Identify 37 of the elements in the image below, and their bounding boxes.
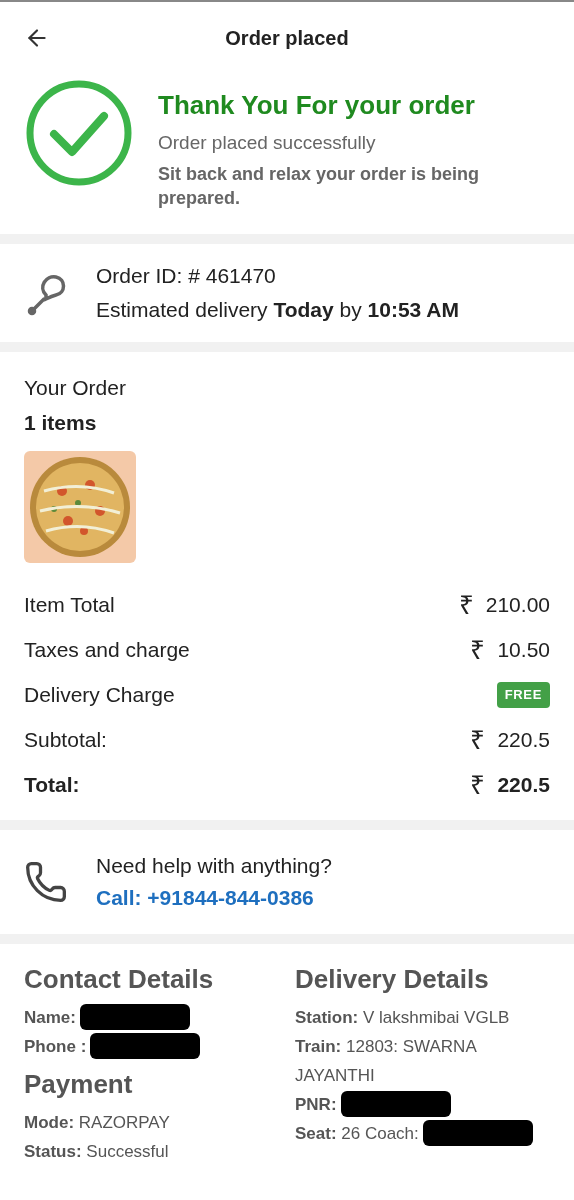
- call-link[interactable]: Call: +91844-844-0386: [96, 885, 314, 909]
- detail-text: Station: V lakshmibai VGLB: [295, 1006, 510, 1029]
- item-count: 1 items: [24, 410, 98, 436]
- detail-text: Seat: 26 Coach:: [295, 1122, 419, 1145]
- phone-icon: [24, 859, 68, 904]
- order-id: Order ID: # 461470: [96, 262, 277, 289]
- detail-text: Name:: [24, 1006, 76, 1029]
- success-title: Thank You For your order: [158, 89, 476, 122]
- rupee-symbol: ₹: [458, 588, 474, 622]
- detail-text: Mode: RAZORPAY: [24, 1111, 170, 1134]
- section-title: Payment: [24, 1067, 134, 1101]
- detail-text: Train: 12803: SWARNA JAYANTHI: [295, 1035, 478, 1087]
- detail-text: Phone :: [24, 1035, 87, 1058]
- bill-label: Delivery Charge: [24, 682, 175, 709]
- section-title: Contact Details: [24, 962, 215, 996]
- bill-label: Total:: [24, 772, 80, 799]
- bill-amount: 210.00: [485, 592, 550, 619]
- bill-label: Taxes and charge: [24, 637, 190, 664]
- detail-text: PNR:: [295, 1093, 337, 1116]
- help-question: Need help with anything?: [96, 852, 332, 879]
- bill-label: Subtotal:: [24, 727, 107, 754]
- page-title: Order placed: [225, 26, 349, 51]
- free-badge: FREE: [496, 682, 550, 708]
- rupee-symbol: ₹: [470, 723, 486, 757]
- detail-text: Status: Successful: [24, 1140, 169, 1163]
- rupee-symbol: ₹: [470, 633, 486, 667]
- rupee-symbol: ₹: [470, 768, 486, 802]
- bill-amount: 220.5: [497, 772, 550, 799]
- section-title: Your Order: [24, 374, 127, 401]
- section-title: Delivery Details: [295, 962, 490, 996]
- check-circle-icon: [24, 78, 134, 188]
- bill-amount: 220.5: [497, 727, 550, 754]
- bill-amount: 10.50: [497, 637, 550, 664]
- success-subtitle: Order placed successfully: [158, 131, 377, 155]
- bill-label: Item Total: [24, 592, 115, 619]
- delivery-estimate: Estimated delivery Today by 10:53 AM: [96, 296, 459, 323]
- success-message: Sit back and relax your order is being prepared.: [158, 162, 481, 210]
